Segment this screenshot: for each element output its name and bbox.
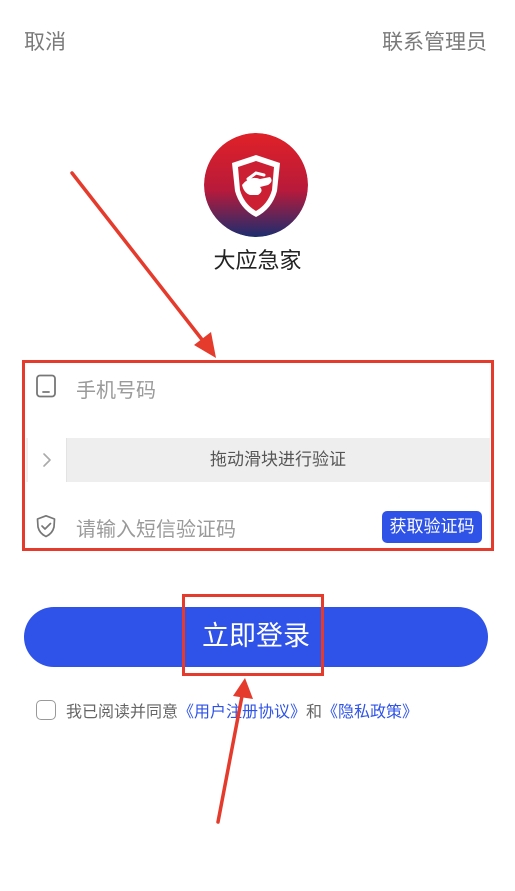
slider-hint: 拖动滑块进行验证 [210,450,346,470]
slider-verification: 拖动滑块进行验证 [26,438,490,482]
contact-admin-link[interactable]: 联系管理员 [382,26,487,56]
agreement-row: 我已阅读并同意 《用户注册协议》 和 《隐私政策》 [36,698,418,722]
agreement-prefix: 我已阅读并同意 [66,702,179,721]
get-code-button[interactable]: 获取验证码 [382,511,482,543]
app-name: 大应急家 [213,249,302,274]
agreement-checkbox[interactable] [36,700,56,720]
chevron-right-icon [43,453,51,467]
top-bar: 取消 联系管理员 [0,0,515,80]
phone-icon [36,374,56,398]
user-agreement-link[interactable]: 《用户注册协议》 [178,698,306,722]
sms-code-field[interactable]: 请输入短信验证码 获取验证码 [26,504,490,548]
login-button[interactable]: 立即登录 [24,607,488,667]
sms-input-placeholder: 请输入短信验证码 [76,517,236,541]
shield-check-icon [36,514,56,538]
handshake-shield-icon [204,133,308,237]
app-logo [204,133,308,237]
phone-field[interactable]: 手机号码 [26,364,490,410]
slider-handle[interactable] [28,438,67,482]
privacy-policy-link[interactable]: 《隐私政策》 [322,698,418,722]
phone-input-placeholder: 手机号码 [76,378,156,402]
cancel-button[interactable]: 取消 [24,26,66,56]
agreement-and: 和 [306,702,323,721]
